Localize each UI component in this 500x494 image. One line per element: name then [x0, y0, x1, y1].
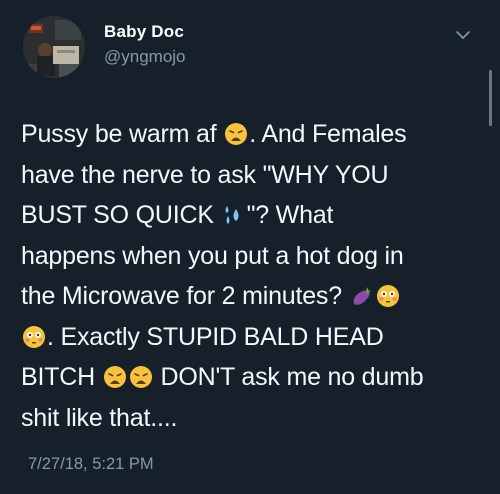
tweet-text-segment: BUST SO QUICK	[21, 201, 221, 229]
weary-face-icon	[224, 122, 248, 146]
tweet-text-segment: have the nerve to ask "WHY YOU	[21, 160, 389, 189]
flushed-face-icon	[376, 284, 400, 308]
eggplant-icon	[350, 284, 374, 308]
tweet-timestamp[interactable]: 7/27/18, 5:21 PM	[28, 455, 154, 474]
weary-face-icon	[129, 365, 153, 389]
tweet-line: happens when you put a hot dog in	[21, 236, 483, 277]
avatar[interactable]	[23, 16, 85, 78]
tweet-line: the Microwave for 2 minutes?	[21, 276, 483, 317]
tweet-line: BUST SO QUICK "? What	[21, 195, 483, 236]
scrollbar[interactable]	[489, 70, 492, 126]
tweet-text-segment: Pussy be warm af	[21, 120, 224, 148]
tweet-text-segment: . And Females	[249, 120, 407, 148]
tweet-line: Pussy be warm af . And Females	[21, 114, 483, 155]
tweet-text-segment: . Exactly STUPID BALD HEAD	[47, 322, 384, 351]
sweat-droplets-icon	[222, 203, 246, 227]
tweet-line: . Exactly STUPID BALD HEAD	[21, 317, 483, 358]
flushed-face-icon	[22, 325, 46, 349]
tweet-text-segment: BITCH	[21, 363, 102, 391]
tweet-line: have the nerve to ask "WHY YOU	[21, 155, 483, 196]
tweet-line: shit like that....	[21, 398, 483, 439]
display-name[interactable]: Baby Doc	[104, 22, 184, 42]
tweet-card: Baby Doc @yngmojo Pussy be warm af . And…	[0, 0, 500, 494]
chevron-down-icon[interactable]	[454, 26, 472, 44]
tweet-text-segment: shit like that....	[21, 403, 178, 432]
tweet-text-segment: the Microwave for 2 minutes?	[21, 282, 349, 310]
tweet-text-segment: DON'T ask me no dumb	[153, 363, 424, 391]
tweet-text-segment: "? What	[246, 201, 334, 229]
weary-face-icon	[103, 365, 127, 389]
tweet-text: Pussy be warm af . And Females have the …	[21, 114, 483, 438]
username-handle[interactable]: @yngmojo	[104, 47, 186, 67]
tweet-line: BITCH DON'T ask me no dumb	[21, 357, 483, 398]
tweet-text-segment: happens when you put a hot dog in	[21, 241, 404, 270]
